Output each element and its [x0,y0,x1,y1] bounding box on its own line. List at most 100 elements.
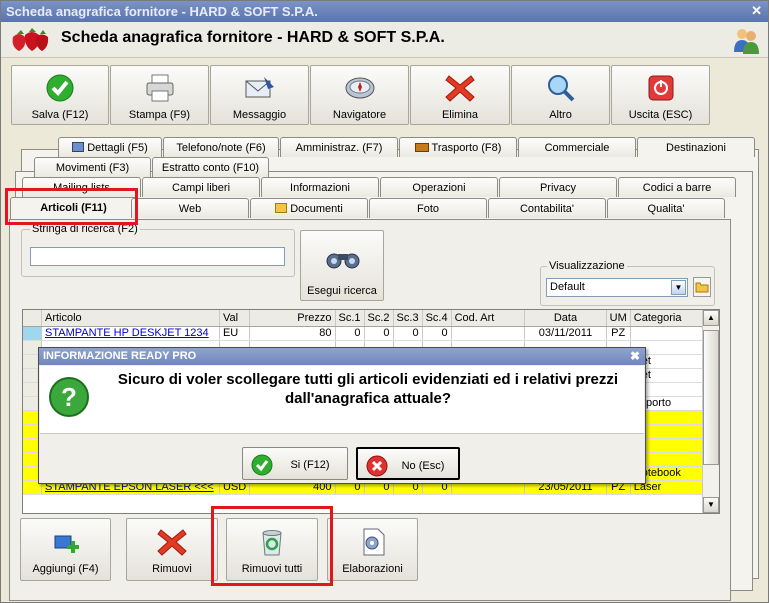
col-header-article[interactable]: Articolo [41,310,220,327]
grid-header-row: Articolo Val Prezzo Sc.1 Sc.2 Sc.3 Sc.4 … [23,310,719,327]
search-input[interactable] [30,247,285,266]
col-header-disc1[interactable]: Sc.1 [335,310,365,327]
tab-quality[interactable]: Qualita' [607,198,725,218]
message-button[interactable]: Messaggio [210,65,309,125]
tab-movements[interactable]: Movimenti (F3) [34,157,151,177]
window-close-icon[interactable]: ✕ [751,3,762,19]
tab-label: Codici a barre [642,182,712,194]
tab-barcodes[interactable]: Codici a barre [618,177,736,197]
other-label: Altro [549,109,572,121]
col-header-date[interactable]: Data [524,310,607,327]
remove-label: Rimuovi [152,563,192,575]
processing-button[interactable]: Elaborazioni [327,518,418,581]
delete-button[interactable]: Elimina [410,65,510,125]
col-header-currency[interactable]: Val [219,310,251,327]
col-header-disc2[interactable]: Sc.2 [364,310,394,327]
details-tab-icon [72,142,85,152]
tab-operations[interactable]: Operazioni [380,177,498,197]
scroll-thumb[interactable] [703,330,719,465]
save-button[interactable]: Salva (F12) [11,65,109,125]
tab-label: Qualita' [647,203,685,215]
cell-disc1: 0 [335,326,365,341]
tab-photo[interactable]: Foto [369,198,487,218]
tab-label: Documenti [290,203,343,215]
check-icon [251,454,273,476]
view-select[interactable]: Default ▼ [546,278,688,297]
tab-label: Amministraz. (F7) [295,142,383,154]
question-icon: ? [49,377,89,417]
tab-details[interactable]: Dettagli (F5) [58,137,162,157]
tab-label: Estratto conto (F10) [161,162,260,174]
dialog-message-area: ? Sicuro di voler scollegare tutti gli a… [40,366,644,434]
folder-icon [275,203,288,213]
tab-label: Movimenti (F3) [55,162,130,174]
tab-commercial[interactable]: Commerciale [518,137,636,157]
col-header-price[interactable]: Prezzo [249,310,336,327]
cell-code [451,326,526,341]
exit-button[interactable]: Uscita (ESC) [611,65,710,125]
tab-label: Web [178,203,202,215]
cell-article: STAMPANTE HP DESKJET 1234 [41,326,220,341]
confirm-dialog: INFORMAZIONE READY PRO ✖ ? Sicuro di vol… [38,347,646,484]
col-header-disc3[interactable]: Sc.3 [393,310,423,327]
tab-documents[interactable]: Documenti [250,198,368,218]
tab-label: Foto [416,203,439,215]
svg-text:?: ? [61,382,77,412]
article-link[interactable]: STAMPANTE HP DESKJET 1234 [45,327,209,339]
supplier-window: Scheda anagrafica fornitore - HARD & SOF… [0,0,769,603]
navigator-button[interactable]: Navigatore [310,65,409,125]
gears-document-icon [363,528,384,556]
remove-button[interactable]: Rimuovi [126,518,218,581]
col-header-code[interactable]: Cod. Art [451,310,526,327]
form-title: Scheda anagrafica fornitore - HARD & SOF… [61,29,445,46]
tab-administration[interactable]: Amministraz. (F7) [280,137,398,157]
compass-icon [345,77,374,99]
dialog-no-button[interactable]: No (Esc) [356,447,460,480]
dialog-yes-label: Si (F12) [290,459,330,471]
cell-disc4: 0 [422,326,452,341]
tab-information[interactable]: Informazioni [261,177,379,197]
table-row[interactable]: STAMPANTE HP DESKJET 1234 EU 80 0 0 0 0 03/11/2… [23,326,719,341]
cell-disc2: 0 [364,326,394,341]
open-folder-icon[interactable] [693,277,711,297]
users-icon[interactable] [732,26,760,54]
view-value: Default [550,281,585,293]
printer-icon [146,74,173,102]
tab-privacy[interactable]: Privacy [499,177,617,197]
dialog-yes-button[interactable]: Si (F12) [242,447,348,480]
tab-account-statement[interactable]: Estratto conto (F10) [152,157,269,177]
run-search-button[interactable]: Esegui ricerca [300,230,384,301]
tab-transport[interactable]: Trasporto (F8) [399,137,517,157]
tab-label: Dettagli (F5) [87,142,148,154]
save-label: Salva (F12) [31,109,89,121]
other-button[interactable]: Altro [511,65,610,125]
dialog-close-icon[interactable]: ✖ [630,349,640,363]
col-header-disc4[interactable]: Sc.4 [422,310,452,327]
tab-label: Campi liberi [171,182,231,194]
window-titlebar: Scheda anagrafica fornitore - HARD & SOF… [1,1,768,22]
tab-phone-notes[interactable]: Telefono/note (F6) [163,137,279,157]
tab-web[interactable]: Web [131,198,249,218]
tab-label: Destinazioni [666,142,726,154]
tab-label: Informazioni [290,182,350,194]
scroll-up-icon[interactable]: ▲ [703,310,719,326]
tab-accounting[interactable]: Contabilita' [488,198,606,218]
binoculars-icon [326,253,360,269]
tab-destinations[interactable]: Destinazioni [637,137,755,157]
cell-currency: EU [219,326,251,341]
grid-scrollbar[interactable]: ▲ ▼ [702,310,719,513]
row-header-cell[interactable] [23,326,42,341]
dialog-title-text: INFORMAZIONE READY PRO [43,350,197,362]
view-legend: Visualizzazione [547,260,627,272]
scroll-down-icon[interactable]: ▼ [703,497,719,513]
col-header-unit[interactable]: UM [606,310,631,327]
cell-disc3: 0 [393,326,423,341]
magnifier-icon [547,75,574,102]
tab-label: Telefono/note (F6) [176,142,266,154]
chevron-down-icon[interactable]: ▼ [671,280,686,295]
print-button[interactable]: Stampa (F9) [110,65,209,125]
dialog-message-line2: dall'anagrafica attuale? [284,390,452,407]
tab-free-fields[interactable]: Campi liberi [142,177,260,197]
add-button[interactable]: Aggiungi (F4) [20,518,111,581]
window-title: Scheda anagrafica fornitore - HARD & SOF… [6,4,318,19]
